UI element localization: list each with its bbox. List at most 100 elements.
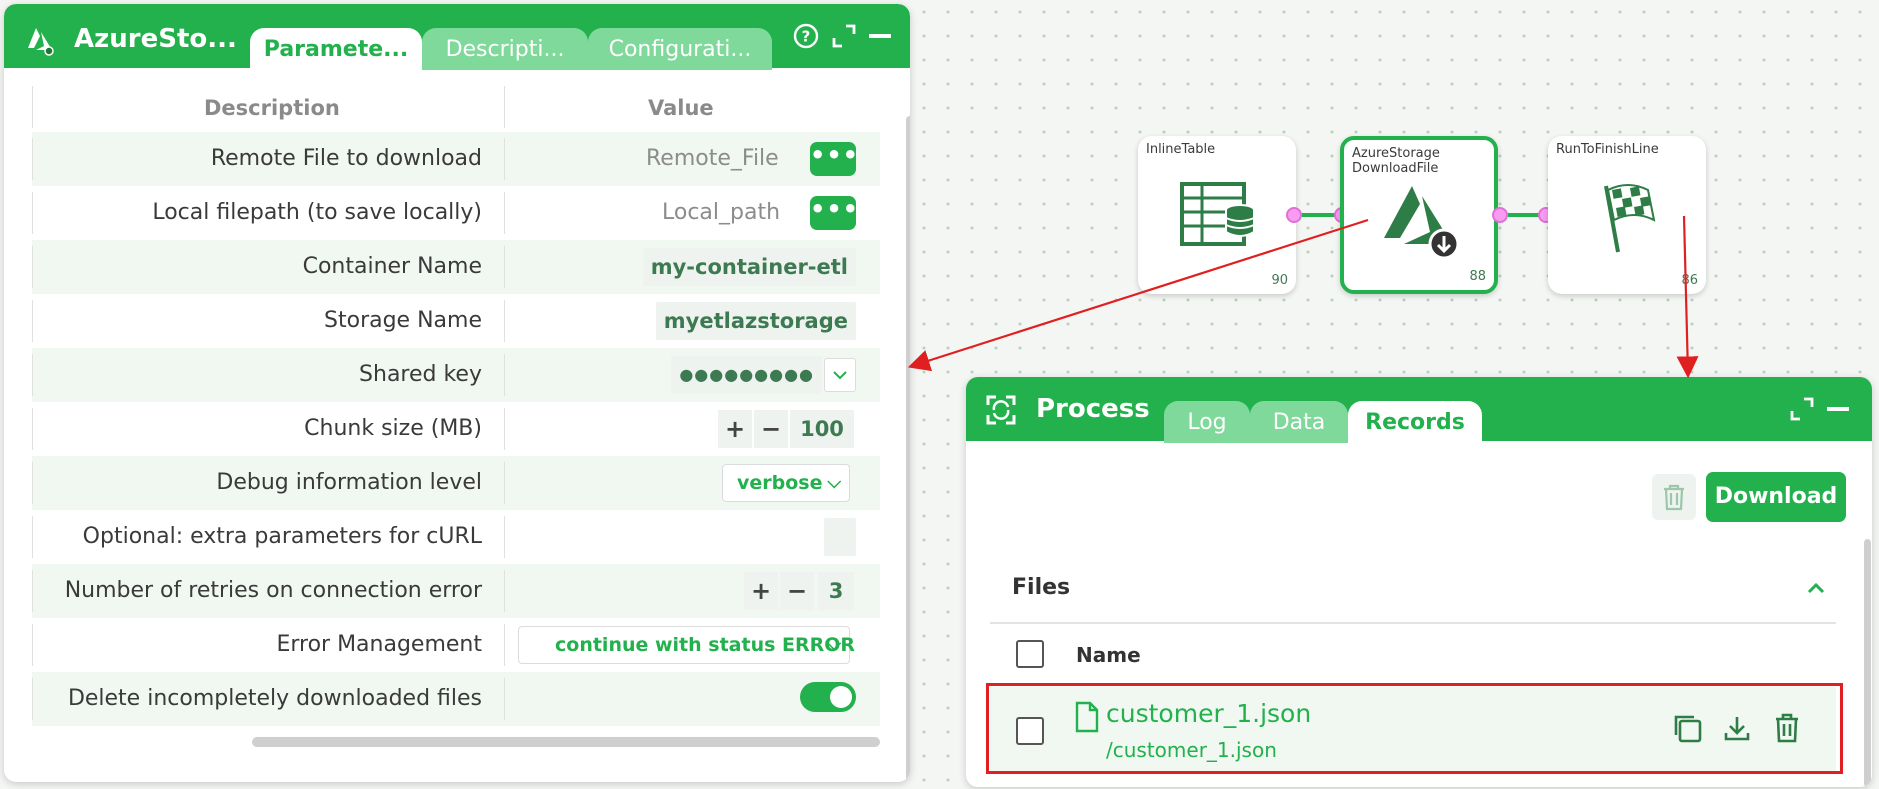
- delete-all-button[interactable]: [1652, 474, 1696, 520]
- param-row-local-path: Local filepath (to save locally) Local_p…: [32, 186, 880, 240]
- storage-name-input[interactable]: myetlazstorage: [655, 302, 856, 340]
- row-left-divider: [32, 192, 33, 234]
- retries-increment-button[interactable]: +: [744, 572, 778, 610]
- chunk-size-input[interactable]: 100: [790, 410, 854, 448]
- node-azure-storage-download[interactable]: AzureStorage DownloadFile 88: [1340, 136, 1498, 294]
- help-icon[interactable]: ?: [792, 22, 820, 50]
- tab-configuration[interactable]: Configurati...: [588, 28, 772, 70]
- row-left-divider: [32, 516, 33, 558]
- download-button[interactable]: Download: [1706, 472, 1846, 522]
- azure-storage-icon: [28, 28, 54, 56]
- row-divider: [504, 138, 505, 180]
- row-left-divider: [32, 462, 33, 504]
- process-panel-title: Process: [1036, 394, 1150, 424]
- shared-key-reveal-button[interactable]: [824, 358, 856, 392]
- minimize-icon[interactable]: [866, 22, 894, 50]
- row-divider: [504, 516, 505, 558]
- tab-log[interactable]: Log: [1164, 401, 1250, 443]
- chevron-up-icon[interactable]: [1804, 577, 1828, 601]
- param-label: Optional: extra parameters for cURL: [82, 524, 482, 549]
- tab-parameters[interactable]: Paramete...: [250, 28, 422, 70]
- vertical-scrollbar[interactable]: [906, 116, 910, 782]
- node-run-to-finish-line[interactable]: RunToFinishLine 86: [1548, 136, 1706, 294]
- row-divider: [504, 570, 505, 612]
- param-label: Delete incompletely downloaded files: [67, 686, 482, 711]
- delete-incomplete-toggle[interactable]: [800, 682, 856, 712]
- param-row-debug-level: Debug information level verbose ⌵: [32, 456, 880, 510]
- param-row-chunk-size: Chunk size (MB) + − 100: [32, 402, 880, 456]
- expand-icon[interactable]: [1788, 395, 1816, 423]
- param-label: Shared key: [359, 362, 482, 387]
- trash-icon: [1664, 484, 1684, 511]
- debug-level-select[interactable]: verbose ⌵: [722, 464, 850, 502]
- svg-text:?: ?: [802, 28, 811, 46]
- retries-input[interactable]: 3: [818, 572, 854, 610]
- checkered-flag-icon: [1604, 184, 1656, 253]
- chunk-size-increment-button[interactable]: +: [718, 410, 752, 448]
- panel-title: AzureSto...: [74, 24, 237, 54]
- chevron-down-icon: ⌵: [827, 634, 841, 655]
- node-label: RunToFinishLine: [1556, 142, 1659, 157]
- connection-link: [1302, 213, 1336, 217]
- node-inline-table[interactable]: InlineTable 90: [1138, 136, 1296, 294]
- param-row-retries: Number of retries on connection error + …: [32, 564, 880, 618]
- chevron-down-icon: [833, 371, 847, 380]
- connection-link: [1508, 213, 1540, 217]
- error-management-value: continue with status ERROR: [555, 634, 856, 656]
- toggle-knob: [830, 686, 852, 708]
- row-left-divider: [32, 300, 33, 342]
- inline-table-output-port[interactable]: [1286, 207, 1302, 223]
- param-label: Number of retries on connection error: [64, 578, 482, 603]
- chevron-down-icon: ⌵: [827, 472, 841, 493]
- container-name-input[interactable]: my-container-etl: [642, 248, 856, 286]
- select-all-checkbox[interactable]: [1016, 640, 1044, 668]
- annotation-highlight-box: [986, 683, 1843, 774]
- column-header-value: Value: [648, 96, 714, 120]
- files-divider: [990, 622, 1836, 624]
- process-refresh-icon: [986, 395, 1016, 425]
- param-row-storage-name: Storage Name myetlazstorage: [32, 294, 880, 348]
- horizontal-scrollbar[interactable]: [252, 737, 880, 747]
- param-label: Error Management: [276, 632, 482, 657]
- param-row-delete-incomplete: Delete incompletely downloaded files: [32, 672, 880, 726]
- param-row-shared-key: Shared key ●●●●●●●●●: [32, 348, 880, 402]
- header-left-divider: [32, 86, 33, 128]
- tab-description[interactable]: Descripti...: [422, 28, 588, 70]
- tab-records[interactable]: Records: [1348, 401, 1482, 443]
- row-divider: [504, 408, 505, 450]
- error-management-select[interactable]: continue with status ERROR ⌵: [518, 626, 855, 664]
- row-left-divider: [32, 624, 33, 666]
- chunk-size-decrement-button[interactable]: −: [754, 410, 788, 448]
- tab-data[interactable]: Data: [1250, 401, 1348, 443]
- shared-key-input[interactable]: ●●●●●●●●●: [671, 356, 822, 394]
- minimize-icon[interactable]: [1824, 395, 1852, 423]
- column-header-description: Description: [204, 96, 340, 120]
- param-label: Local filepath (to save locally): [152, 200, 482, 225]
- azure-download-icon: [1384, 186, 1460, 260]
- row-left-divider: [32, 408, 33, 450]
- name-column-header: Name: [1076, 643, 1141, 667]
- expand-icon[interactable]: [830, 22, 858, 50]
- retries-decrement-button[interactable]: −: [780, 572, 814, 610]
- vertical-scrollbar[interactable]: [1864, 539, 1871, 787]
- param-row-remote-file: Remote File to download Remote_File •••: [32, 132, 880, 186]
- row-divider: [504, 462, 505, 504]
- remote-file-input[interactable]: Remote_File: [646, 132, 779, 186]
- row-divider: [504, 678, 505, 720]
- curl-params-input[interactable]: [824, 518, 856, 556]
- node-label: AzureStorage DownloadFile: [1352, 146, 1440, 176]
- param-label: Debug information level: [216, 470, 482, 495]
- param-row-curl-params: Optional: extra parameters for cURL: [32, 510, 880, 564]
- node-count: 86: [1681, 273, 1698, 288]
- row-divider: [504, 354, 505, 396]
- row-left-divider: [32, 678, 33, 720]
- local-path-input[interactable]: Local_path: [662, 186, 780, 240]
- local-path-options-button[interactable]: •••: [810, 196, 858, 230]
- files-section-title: Files: [1012, 575, 1071, 600]
- table-database-icon: [1180, 182, 1255, 246]
- parameters-panel: AzureSto... Paramete... Descripti... Con…: [4, 4, 910, 782]
- remote-file-options-button[interactable]: •••: [810, 142, 858, 176]
- parameters-panel-header: AzureSto... Paramete... Descripti... Con…: [4, 4, 910, 70]
- azure-download-output-port[interactable]: [1492, 207, 1508, 223]
- param-row-error-management: Error Management continue with status ER…: [32, 618, 880, 672]
